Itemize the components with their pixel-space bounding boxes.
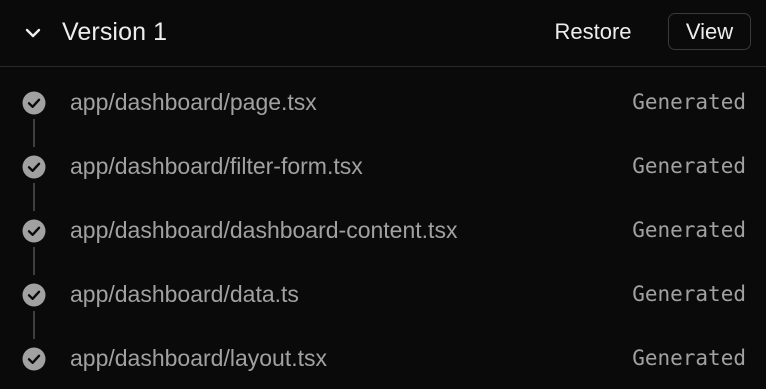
check-circle-icon (22, 283, 46, 307)
file-status: Generated (632, 282, 746, 306)
file-status: Generated (632, 90, 746, 114)
file-status: Generated (632, 218, 746, 242)
version-title: Version 1 (62, 18, 168, 46)
check-circle-icon (22, 155, 46, 179)
file-status: Generated (632, 346, 746, 370)
view-button[interactable]: View (668, 13, 751, 50)
version-header[interactable]: Version 1 Restore View (0, 0, 766, 67)
file-path[interactable]: app/dashboard/filter-form.tsx (70, 151, 363, 181)
version-panel: Version 1 Restore View app/dashboard/pag… (0, 0, 766, 386)
file-row: app/dashboard/data.ts Generated (0, 261, 766, 339)
file-path[interactable]: app/dashboard/dashboard-content.tsx (70, 215, 457, 245)
file-path[interactable]: app/dashboard/layout.tsx (70, 343, 327, 373)
check-circle-icon (22, 91, 46, 115)
file-row: app/dashboard/page.tsx Generated (0, 69, 766, 147)
restore-button[interactable]: Restore (536, 13, 650, 51)
file-row: app/dashboard/dashboard-content.tsx Gene… (0, 197, 766, 275)
chevron-down-icon[interactable] (22, 22, 44, 44)
file-row: app/dashboard/filter-form.tsx Generated (0, 133, 766, 211)
file-row: app/dashboard/layout.tsx Generated (0, 325, 766, 389)
file-status: Generated (632, 154, 746, 178)
file-path[interactable]: app/dashboard/data.ts (70, 279, 299, 309)
file-list: app/dashboard/page.tsx Generated app/das… (0, 68, 766, 386)
check-circle-icon (22, 347, 46, 371)
file-path[interactable]: app/dashboard/page.tsx (70, 87, 317, 117)
check-circle-icon (22, 219, 46, 243)
